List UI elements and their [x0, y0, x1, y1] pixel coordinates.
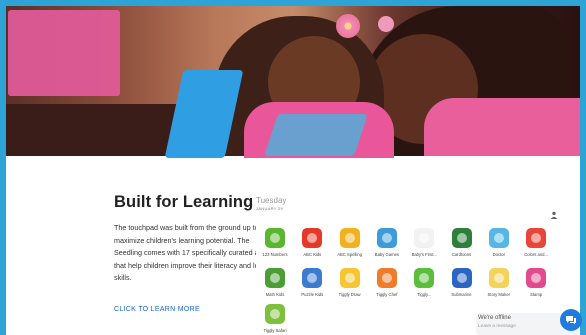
hero-photo: [6, 6, 580, 158]
app-label: Math Kids: [265, 292, 285, 297]
colors-icon: [526, 228, 547, 248]
app-label: Story Maker: [487, 292, 511, 297]
date-label: JANUARY 29: [256, 206, 284, 211]
app-tile[interactable]: Submarine: [446, 268, 478, 297]
learn-more-link[interactable]: CLICK TO LEARN MORE: [114, 306, 200, 313]
math-kids-icon: [265, 268, 285, 288]
app-tile[interactable]: Colors and...: [520, 228, 552, 257]
tiggly-draw-icon: [339, 268, 360, 288]
abc-kids-icon: [302, 228, 323, 248]
app-label: Doctor: [492, 252, 505, 257]
app-label: Tiggly Safari: [263, 328, 287, 333]
tiggly-chef-icon: [376, 268, 397, 288]
app-tile[interactable]: Story Maker: [483, 268, 515, 297]
play-icon: [414, 228, 435, 248]
tiggly-safari-icon: [265, 304, 285, 324]
app-label: Puzzle Kids: [301, 292, 324, 297]
puzzle-kids-icon: [302, 268, 323, 288]
app-tile[interactable]: 123 Numbers: [259, 228, 291, 257]
chat-icon: [566, 316, 576, 325]
app-label: Submarine: [451, 292, 472, 297]
app-tile[interactable]: Doctor: [483, 228, 515, 257]
stamp-icon: [526, 268, 547, 288]
app-label: Tiggly Draw: [338, 292, 361, 297]
app-tile[interactable]: Stamp: [520, 268, 552, 297]
app-tile[interactable]: Math Kids: [259, 268, 291, 297]
app-label: Cardtoons: [451, 252, 472, 257]
app-label: Stamp: [530, 292, 543, 297]
user-icon[interactable]: [550, 206, 558, 224]
app-tile[interactable]: Baby Games: [371, 228, 403, 257]
app-tile[interactable]: Baby's First...: [408, 228, 440, 257]
chat-prompt: Leave a message: [478, 324, 516, 329]
tiggly-icon: [414, 268, 435, 288]
abc-spelling-icon: [339, 228, 360, 248]
app-tile[interactable]: Tiggly Chef: [371, 268, 403, 297]
app-label: Colors and...: [524, 252, 548, 257]
app-tile[interactable]: Puzzle Kids: [296, 268, 328, 297]
doctor-icon: [488, 228, 509, 248]
submarine-icon: [451, 268, 472, 288]
story-maker-icon: [488, 268, 509, 288]
app-tile[interactable]: Tiggly Safari: [259, 304, 291, 333]
numbers-icon: [265, 228, 285, 248]
app-label: Tiggly Chef: [376, 292, 398, 297]
baby-games-icon: [376, 228, 397, 248]
app-label: Tiggly...: [417, 292, 432, 297]
app-tile[interactable]: ABC Kids: [296, 228, 328, 257]
cardtoons-icon: [451, 228, 472, 248]
app-label: Baby Games: [374, 252, 399, 257]
app-tile[interactable]: ABC Spelling: [334, 228, 366, 257]
app-label: ABC Spelling: [337, 252, 362, 257]
app-label: 123 Numbers: [262, 252, 288, 257]
section-title: Built for Learning: [114, 193, 254, 211]
app-label: Baby's First...: [411, 252, 437, 257]
app-tile[interactable]: Tiggly Draw: [334, 268, 366, 297]
app-tile[interactable]: Tiggly...: [408, 268, 440, 297]
chat-status: We're offline: [478, 315, 511, 321]
app-label: ABC Kids: [303, 252, 322, 257]
tablet-device: [264, 114, 368, 156]
day-label: Tuesday: [256, 196, 287, 205]
app-tile[interactable]: Cardtoons: [446, 228, 478, 257]
section-description: The touchpad was built from the ground u…: [114, 223, 271, 283]
chat-button[interactable]: [560, 309, 582, 331]
